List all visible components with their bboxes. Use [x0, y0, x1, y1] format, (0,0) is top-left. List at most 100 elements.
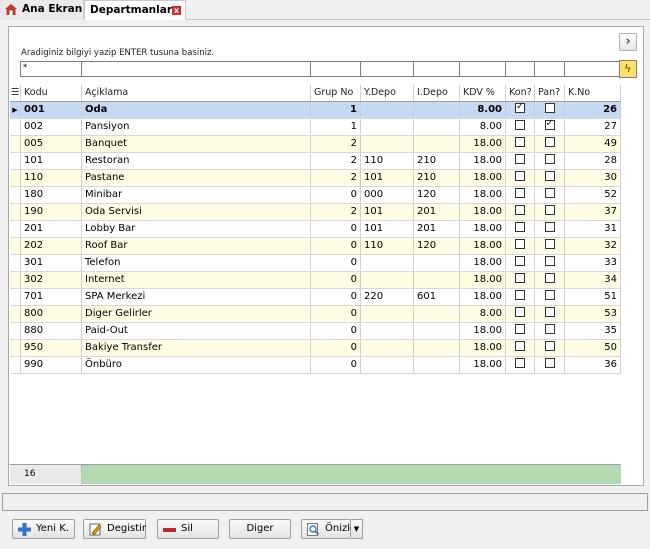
- pan-checkbox[interactable]: [544, 205, 555, 215]
- kon-checkbox[interactable]: [515, 290, 525, 300]
- filter-ydepo-input[interactable]: [360, 61, 413, 77]
- table-row[interactable]: 800 Diger Gelirler 0 8.00 53: [10, 306, 621, 323]
- column-header-kon[interactable]: Kon?: [506, 85, 535, 101]
- cell-kon[interactable]: [506, 289, 535, 305]
- table-row[interactable]: 701 SPA Merkezi 0 220 601 18.00 51: [10, 289, 621, 306]
- cell-pan[interactable]: [535, 306, 565, 322]
- column-header-ydepo[interactable]: Y.Depo: [361, 85, 414, 101]
- cell-pan[interactable]: [535, 272, 565, 288]
- cell-pan[interactable]: [535, 187, 565, 203]
- kon-checkbox[interactable]: [515, 137, 525, 147]
- pan-checkbox[interactable]: [544, 103, 555, 113]
- pan-checkbox[interactable]: [544, 290, 555, 300]
- tab-departmanlar[interactable]: Departmanlar x: [84, 0, 186, 20]
- table-row[interactable]: 950 Bakiye Transfer 0 18.00 50: [10, 340, 621, 357]
- filter-kdv-input[interactable]: [459, 61, 505, 77]
- cell-pan[interactable]: [535, 289, 565, 305]
- cell-pan[interactable]: [535, 340, 565, 356]
- column-header-grup[interactable]: Grup No: [311, 85, 361, 101]
- table-row[interactable]: ▶001Oda1 8.00 26: [10, 102, 621, 119]
- kon-checkbox[interactable]: [515, 307, 525, 317]
- table-row[interactable]: 302 Internet 0 18.00 34: [10, 272, 621, 289]
- cell-pan[interactable]: [535, 357, 565, 373]
- table-row[interactable]: 190 Oda Servisi 2 101 201 18.00 37: [10, 204, 621, 221]
- table-row[interactable]: 002Pansiyon1 8.00 27: [10, 119, 621, 136]
- pan-checkbox[interactable]: [544, 307, 555, 317]
- table-row[interactable]: 005 Banquet 2 18.00 49: [10, 136, 621, 153]
- cell-kon[interactable]: [506, 221, 535, 237]
- filter-kon-input[interactable]: [505, 61, 534, 77]
- kon-checkbox[interactable]: [515, 341, 525, 351]
- table-row[interactable]: 990 Önbüro 0 18.00 36: [10, 357, 621, 374]
- column-header-aciklama[interactable]: Açiklama: [82, 85, 311, 101]
- kon-checkbox[interactable]: [515, 256, 525, 266]
- kon-checkbox[interactable]: [515, 171, 525, 181]
- cell-kon[interactable]: [506, 102, 535, 118]
- tab-ana-ekran[interactable]: Ana Ekran: [0, 0, 84, 20]
- column-header-kodu[interactable]: Kodu: [21, 85, 82, 101]
- table-row[interactable]: 110 Pastane 2 101 210 18.00 30: [10, 170, 621, 187]
- cell-pan[interactable]: [535, 255, 565, 271]
- kon-checkbox[interactable]: [515, 102, 525, 113]
- pan-checkbox[interactable]: [544, 171, 555, 181]
- pan-checkbox[interactable]: [544, 273, 555, 283]
- pan-checkbox[interactable]: [544, 358, 555, 368]
- table-row[interactable]: 880 Paid-Out 0 18.00 35: [10, 323, 621, 340]
- new-button[interactable]: Yeni K.: [12, 519, 75, 539]
- cell-pan[interactable]: [535, 238, 565, 254]
- kon-checkbox[interactable]: [515, 120, 525, 130]
- next-arrow-button[interactable]: ›: [619, 33, 637, 51]
- chevron-down-icon[interactable]: ▼: [351, 519, 363, 539]
- pan-checkbox[interactable]: [544, 324, 555, 334]
- cell-kon[interactable]: [506, 204, 535, 220]
- pan-checkbox[interactable]: [544, 239, 555, 249]
- filter-action-button[interactable]: ϟ: [619, 60, 637, 78]
- other-button[interactable]: Diger: [229, 519, 291, 539]
- kon-checkbox[interactable]: [515, 188, 525, 198]
- edit-button[interactable]: Degistir: [83, 519, 146, 539]
- column-header-kdv[interactable]: KDV %: [460, 85, 506, 101]
- pan-checkbox[interactable]: [544, 256, 555, 266]
- cell-kon[interactable]: [506, 187, 535, 203]
- kon-checkbox[interactable]: [515, 358, 525, 368]
- table-row[interactable]: 180 Minibar 0 000 120 18.00 52: [10, 187, 621, 204]
- close-icon[interactable]: x: [172, 6, 181, 15]
- pan-checkbox[interactable]: [544, 341, 555, 351]
- pan-checkbox[interactable]: [544, 119, 555, 130]
- table-row[interactable]: 101 Restoran 2 110 210 18.00 28: [10, 153, 621, 170]
- cell-kon[interactable]: [506, 306, 535, 322]
- pan-checkbox[interactable]: [544, 137, 555, 147]
- table-row[interactable]: 301 Telefon 0 18.00 33: [10, 255, 621, 272]
- kon-checkbox[interactable]: [515, 154, 525, 164]
- cell-kon[interactable]: [506, 170, 535, 186]
- cell-kon[interactable]: [506, 272, 535, 288]
- cell-pan[interactable]: [535, 153, 565, 169]
- column-header-pan[interactable]: Pan?: [535, 85, 565, 101]
- column-chooser-icon[interactable]: ☰: [10, 85, 21, 101]
- cell-pan[interactable]: [535, 170, 565, 186]
- delete-button[interactable]: Sil: [157, 519, 219, 539]
- cell-kon[interactable]: [506, 119, 535, 135]
- kon-checkbox[interactable]: [515, 324, 525, 334]
- preview-button[interactable]: Önizle: [301, 519, 356, 539]
- cell-kon[interactable]: [506, 238, 535, 254]
- cell-kon[interactable]: [506, 357, 535, 373]
- column-header-idepo[interactable]: I.Depo: [414, 85, 460, 101]
- cell-pan[interactable]: [535, 204, 565, 220]
- cell-pan[interactable]: [535, 136, 565, 152]
- filter-grup-input[interactable]: [310, 61, 360, 77]
- filter-kno-input[interactable]: [564, 61, 620, 77]
- filter-pan-input[interactable]: [534, 61, 564, 77]
- cell-pan[interactable]: [535, 323, 565, 339]
- cell-pan[interactable]: [535, 102, 565, 118]
- kon-checkbox[interactable]: [515, 273, 525, 283]
- cell-pan[interactable]: [535, 221, 565, 237]
- table-row[interactable]: 202 Roof Bar 0 110 120 18.00 32: [10, 238, 621, 255]
- filter-kodu-input[interactable]: *: [20, 61, 81, 77]
- pan-checkbox[interactable]: [544, 154, 555, 164]
- filter-idepo-input[interactable]: [413, 61, 459, 77]
- cell-kon[interactable]: [506, 340, 535, 356]
- cell-kon[interactable]: [506, 255, 535, 271]
- kon-checkbox[interactable]: [515, 239, 525, 249]
- kon-checkbox[interactable]: [515, 222, 525, 232]
